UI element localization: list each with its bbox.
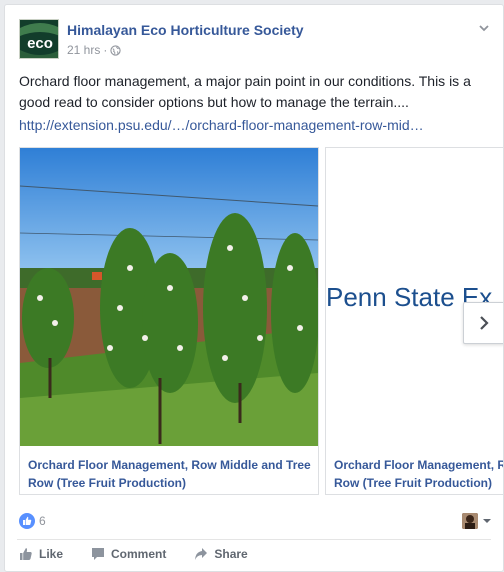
carousel-card-title[interactable]: Orchard Floor Management, Row Middle and… [28,456,312,492]
comment-label: Comment [111,547,167,561]
penn-state-logo-image[interactable]: Penn State Ex [326,148,503,446]
reaction-summary[interactable]: 6 [19,513,46,529]
post-meta: 21 hrs · [67,43,121,57]
comment-icon [92,548,105,560]
carousel-card-title[interactable]: Orchard Floor Management, Row Middle and… [334,456,503,492]
post-message: Orchard floor management, a major pain p… [19,73,471,110]
reaction-count[interactable]: 6 [39,514,46,528]
globe-icon[interactable] [110,44,121,56]
link-carousel: Orchard Floor Management, Row Middle and… [19,147,503,497]
page-avatar[interactable]: eco [19,19,59,59]
eco-logo: eco [20,20,58,58]
carousel-card[interactable]: Orchard Floor Management, Row Middle and… [19,147,319,495]
post-as-selector[interactable] [462,513,493,529]
svg-text:eco: eco [27,35,53,52]
share-icon [195,548,208,560]
chevron-down-icon[interactable] [477,21,491,35]
page-name-link[interactable]: Himalayan Eco Horticulture Society [67,22,304,38]
share-label: Share [214,547,248,561]
chevron-down-icon [483,519,491,523]
chevron-right-icon [480,316,489,330]
post-actions: Like Comment Share [19,547,276,561]
orchard-image [20,148,318,446]
comment-button[interactable]: Comment [91,547,166,561]
like-label: Like [39,547,64,561]
like-icon [19,513,35,529]
post-timestamp[interactable]: 21 hrs [67,43,100,57]
thumbs-up-icon [20,548,32,560]
post-link[interactable]: http://extension.psu.edu/…/orchard-floor… [19,117,489,133]
carousel-next-button[interactable] [463,302,503,344]
action-divider [17,539,491,540]
meta-separator: · [103,43,108,57]
share-button[interactable]: Share [194,547,248,561]
like-button[interactable]: Like [19,547,63,561]
post-card: eco Himalayan Eco Horticulture Society 2… [4,4,504,572]
post-header: eco Himalayan Eco Horticulture Society 2… [19,19,493,63]
viewer-avatar [462,513,478,529]
orchard-photo[interactable] [20,148,318,446]
